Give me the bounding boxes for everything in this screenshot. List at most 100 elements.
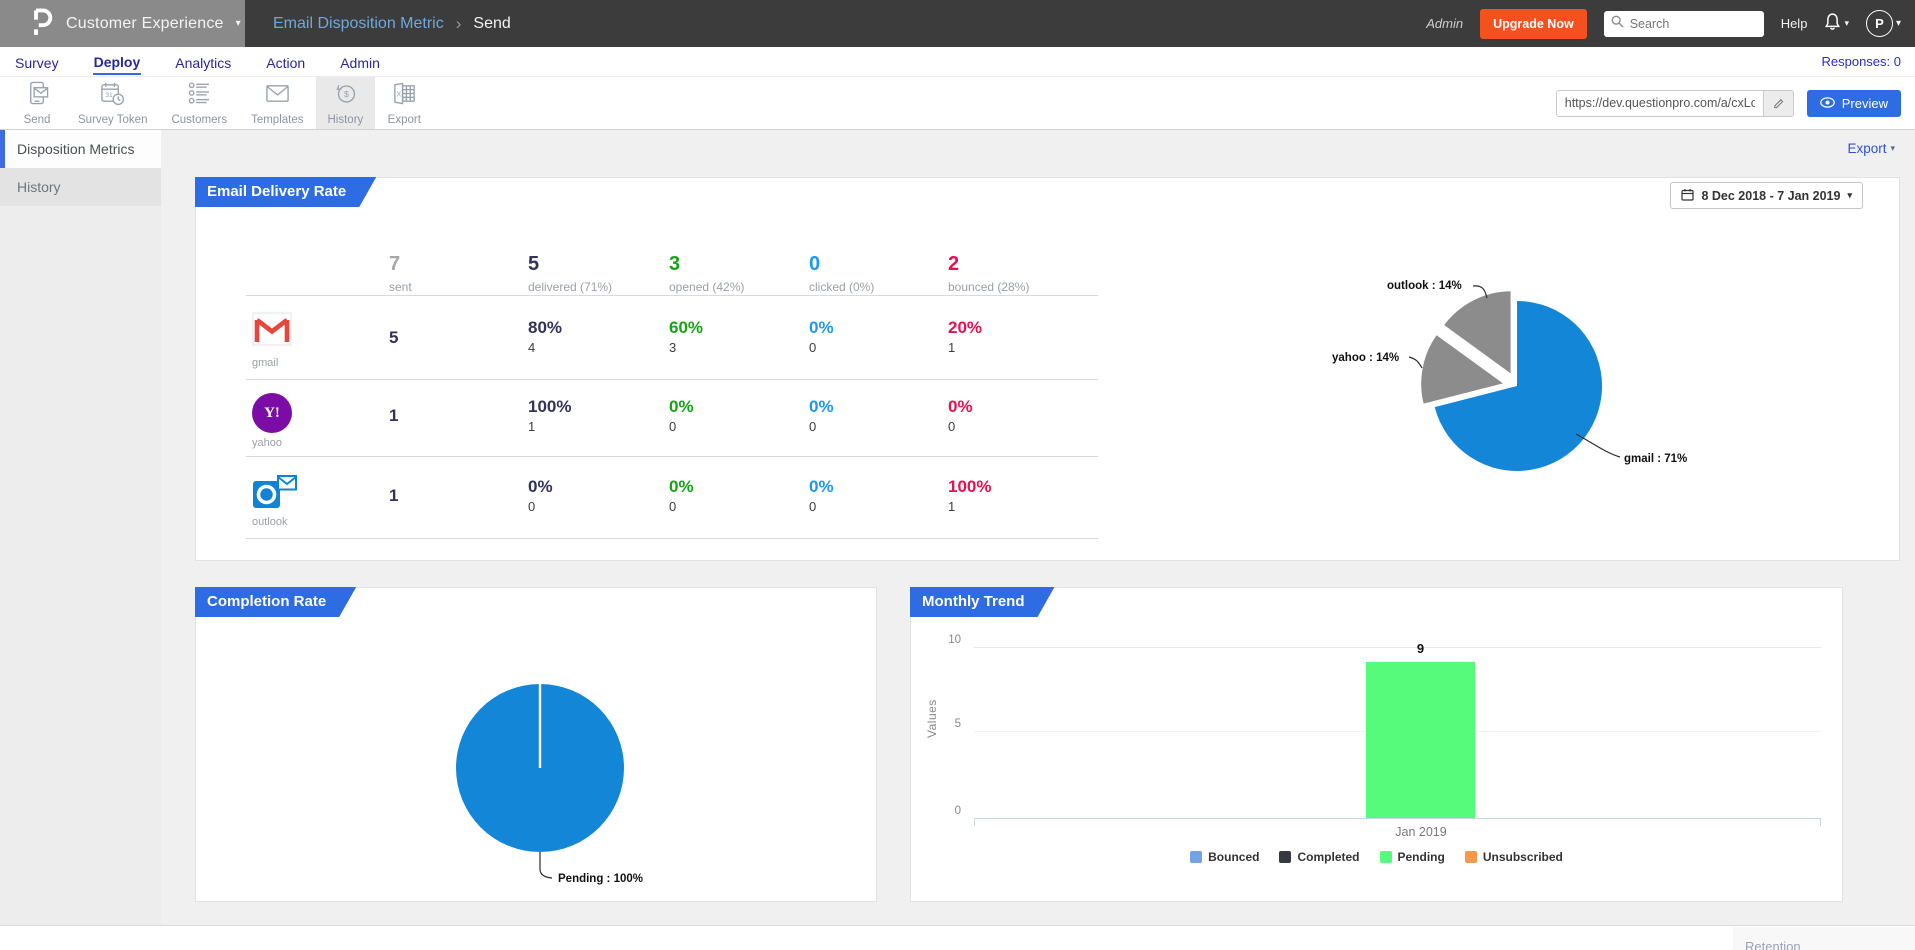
sidebar-item-history[interactable]: History	[0, 168, 161, 206]
legend-label: Completed	[1297, 850, 1359, 864]
help-link[interactable]: Help	[1781, 16, 1808, 31]
pct-value: 100%	[948, 477, 991, 497]
account-menu[interactable]: P ▾	[1866, 10, 1901, 37]
left-sidebar: Disposition Metrics History	[0, 130, 161, 925]
svg-text:31: 31	[106, 91, 114, 98]
pct-value: 100%	[528, 397, 571, 417]
divider	[246, 379, 1098, 380]
preview-button[interactable]: Preview	[1807, 90, 1901, 117]
breadcrumb-current: Send	[473, 15, 510, 33]
count-value: 1	[948, 340, 982, 355]
gmail-bounced: 20% 1	[948, 318, 982, 355]
bottom-right-widget-partial[interactable]: Retention	[1733, 927, 1915, 950]
legend-bounced[interactable]: Bounced	[1190, 850, 1259, 864]
responses-count[interactable]: Responses: 0	[1822, 54, 1902, 69]
summary-sent-value: 7	[389, 253, 412, 276]
y-tick-5: 5	[935, 718, 961, 730]
count-value: 1	[948, 499, 991, 514]
notifications-menu[interactable]: ▾	[1824, 12, 1849, 36]
count-value: 4	[528, 340, 562, 355]
toolbar-templates-label: Templates	[251, 114, 303, 126]
provider-label: yahoo	[252, 437, 282, 449]
leader-line	[1576, 434, 1620, 457]
toolbar-survey-token[interactable]: 31 Survey Token	[66, 77, 159, 129]
pct-value: 0%	[948, 397, 973, 417]
panel-title-ribbon: Email Delivery Rate	[195, 177, 376, 207]
count-value: 0	[669, 419, 694, 434]
envelope-icon	[265, 81, 290, 111]
summary-delivered-value: 5	[528, 253, 612, 276]
upgrade-now-button[interactable]: Upgrade Now	[1480, 9, 1587, 39]
spreadsheet-export-icon: X	[392, 81, 417, 111]
outlook-clicked: 0% 0	[809, 477, 834, 514]
legend-swatch	[1465, 851, 1477, 863]
summary-bounced-label: bounced (28%)	[948, 280, 1029, 294]
summary-clicked-value: 0	[809, 253, 874, 276]
tab-survey[interactable]: Survey	[14, 50, 60, 74]
summary-clicked: 0 clicked (0%)	[809, 253, 874, 294]
gmail-icon	[252, 312, 292, 351]
page-footer	[0, 925, 1915, 950]
pie-label-yahoo: yahoo : 14%	[1332, 352, 1399, 364]
svg-text:X: X	[396, 89, 401, 98]
count-value: 0	[528, 499, 553, 514]
widget-partial-label: Retention	[1745, 939, 1915, 950]
toolbar-send[interactable]: Send	[8, 77, 66, 129]
toolbar-history[interactable]: $ History	[316, 77, 376, 129]
legend-unsubscribed[interactable]: Unsubscribed	[1465, 850, 1563, 864]
breadcrumb-survey-link[interactable]: Email Disposition Metric	[273, 15, 444, 33]
outlook-icon	[252, 471, 298, 518]
export-dropdown[interactable]: Export ▾	[1847, 141, 1895, 156]
axis-tick	[974, 818, 975, 826]
breadcrumb-separator: ›	[456, 14, 462, 34]
toolbar-customers[interactable]: Customers	[159, 77, 239, 129]
toolbar-templates[interactable]: Templates	[239, 77, 315, 129]
edit-url-button[interactable]	[1763, 91, 1793, 116]
gmail-sent: 5	[389, 328, 398, 348]
count-value: 0	[669, 499, 694, 514]
toolbar-survey-token-label: Survey Token	[78, 114, 147, 126]
x-axis	[974, 818, 1821, 819]
eye-icon	[1820, 96, 1835, 111]
legend-completed[interactable]: Completed	[1279, 850, 1359, 864]
monthly-trend-panel: Monthly Trend Values 10 5 0 9 Jan 2019 B…	[910, 587, 1843, 902]
pct-value: 0%	[528, 477, 553, 497]
tab-deploy[interactable]: Deploy	[93, 49, 142, 75]
tab-analytics[interactable]: Analytics	[174, 50, 232, 74]
chart-legend: Bounced Completed Pending Unsubscribed	[911, 850, 1842, 864]
pie-label-gmail: gmail : 71%	[1624, 453, 1687, 465]
divider	[246, 538, 1098, 539]
survey-url-input[interactable]	[1557, 91, 1763, 116]
date-range-picker[interactable]: 8 Dec 2018 - 7 Jan 2019 ▾	[1670, 182, 1863, 209]
avatar: P	[1866, 10, 1893, 37]
pie-label-pending: Pending : 100%	[558, 873, 643, 885]
outlook-opened: 0% 0	[669, 477, 694, 514]
legend-pending[interactable]: Pending	[1380, 850, 1445, 864]
count-value: 3	[669, 340, 703, 355]
send-icon	[25, 81, 50, 111]
legend-label: Bounced	[1208, 850, 1259, 864]
bar-pending-jan2019[interactable]	[1366, 662, 1475, 818]
tab-admin[interactable]: Admin	[339, 50, 381, 74]
global-search[interactable]	[1604, 11, 1764, 37]
pie-label-outlook: outlook : 14%	[1387, 280, 1462, 292]
provider-pie-chart: outlook : 14% yahoo : 14% gmail : 71%	[1321, 256, 1771, 491]
legend-label: Pending	[1398, 850, 1445, 864]
y-tick-10: 10	[935, 634, 961, 646]
sidebar-item-disposition-metrics[interactable]: Disposition Metrics	[0, 130, 161, 168]
toolbar-export-label: Export	[388, 114, 421, 126]
bell-icon	[1824, 12, 1841, 36]
admin-mode-label: Admin	[1426, 16, 1463, 31]
yahoo-opened: 0% 0	[669, 397, 694, 434]
tab-action[interactable]: Action	[265, 50, 306, 74]
workspace-switcher[interactable]: Customer Experience ▾	[0, 0, 245, 47]
provider-label: gmail	[252, 357, 278, 369]
divider	[246, 295, 1098, 296]
search-input[interactable]	[1630, 17, 1757, 31]
toolbar-export[interactable]: X Export	[375, 77, 433, 129]
pct-value: 0%	[809, 477, 834, 497]
panel-title-ribbon: Monthly Trend	[910, 587, 1055, 617]
questionpro-logo-icon	[30, 7, 54, 41]
top-bar: Customer Experience ▾ Email Disposition …	[0, 0, 1915, 47]
calendar-clock-icon: 31	[100, 81, 125, 111]
